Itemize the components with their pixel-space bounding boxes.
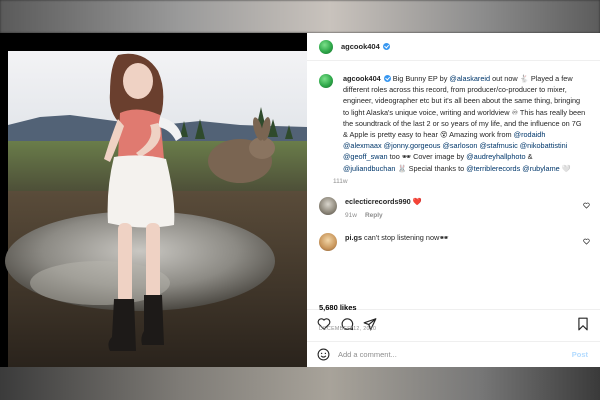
action-bar [307, 309, 600, 338]
commenter-avatar[interactable] [319, 232, 337, 251]
small-heart-icon[interactable] [583, 238, 590, 245]
author-avatar[interactable] [319, 39, 333, 54]
post-header: agcook404 [307, 33, 600, 61]
comment-age: 91w [345, 211, 357, 219]
post-image[interactable] [0, 33, 307, 367]
mention-link[interactable]: @sarloson [442, 141, 477, 150]
caption-row: agcook404 Big Bunny EP by @alaskareid ou… [307, 61, 600, 185]
mention-link[interactable]: @alaskareid [449, 74, 490, 83]
caption-text-2: out now 🐇 Played a few different roles a… [343, 74, 586, 140]
action-icons-row [307, 310, 600, 338]
mention-link[interactable]: @jonny.gorgeous [384, 141, 441, 150]
backdrop-bottom [0, 367, 600, 400]
comments-scroll-area[interactable]: agcook404 Big Bunny EP by @alaskareid ou… [307, 61, 600, 309]
mention-link[interactable]: @nikobattistini [520, 141, 568, 150]
caption-text-5: 🐰 Special thanks to [395, 163, 467, 173]
caption-text-4: & [525, 152, 533, 162]
caption-text-1: Big Bunny EP by [390, 74, 450, 83]
mention-link[interactable]: @terriblerecords [466, 164, 520, 173]
likes-count[interactable]: 5,680 likes [307, 303, 357, 312]
author-username[interactable]: agcook404 [341, 42, 380, 51]
save-bookmark-icon[interactable] [576, 317, 590, 331]
comment-text: can't stop listening now🕶 [362, 232, 449, 242]
post-caption: agcook404 Big Bunny EP by @alaskareid ou… [343, 73, 586, 174]
backdrop-top [0, 0, 600, 33]
caption-author[interactable]: agcook404 [343, 74, 381, 83]
post-date: DECEMBER 12, 2020 [319, 326, 377, 332]
mention-link[interactable]: @rodaidh [514, 130, 546, 139]
comment-item: eclecticrecords990 ❤️ 91w Reply [307, 196, 600, 221]
mention-link[interactable]: @rubylame [522, 164, 559, 173]
caption-age: 111w [333, 177, 348, 185]
comment-text: ❤️ [410, 196, 422, 206]
post-comment-button[interactable]: Post [572, 350, 588, 359]
comment-item: pi.gs can't stop listening now🕶 [307, 232, 600, 251]
post-detail-panel: agcook404 agcook404 Big Bunny EP by @ala… [307, 33, 600, 367]
mention-link[interactable]: @audreyhallphoto [466, 152, 525, 161]
mention-link[interactable]: @stafmusic [480, 141, 518, 150]
caption-text-3: too 🕶 Cover image by [387, 152, 467, 162]
commenter-username[interactable]: pi.gs [345, 233, 362, 242]
comment-composer: Add a comment... Post [307, 341, 600, 367]
small-heart-icon[interactable] [583, 202, 590, 209]
post-photo-illustration [0, 33, 307, 367]
reply-button[interactable]: Reply [365, 212, 383, 219]
verified-badge-icon [383, 75, 391, 82]
mention-link[interactable]: @juliandbuchan [343, 164, 395, 173]
author-avatar-caption[interactable] [319, 74, 333, 88]
commenter-username[interactable]: eclecticrecords990 [345, 197, 411, 206]
comment-input[interactable]: Add a comment... [338, 350, 572, 359]
commenter-avatar[interactable] [319, 196, 337, 215]
verified-badge-icon [382, 43, 390, 50]
mention-link[interactable]: @geoff_swan [343, 152, 388, 161]
emoji-icon[interactable] [317, 348, 330, 361]
caption-text-6: 🤍 [559, 163, 571, 173]
mention-link[interactable]: @alexmaax [343, 141, 382, 150]
